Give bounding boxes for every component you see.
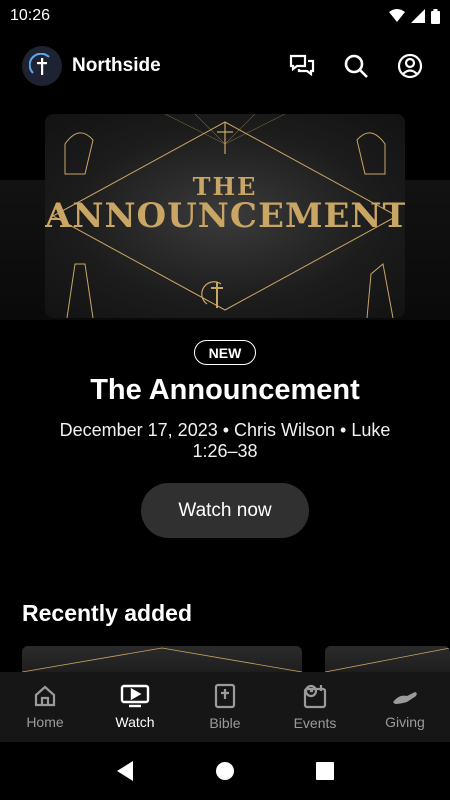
search-button[interactable] xyxy=(338,48,374,84)
nav-label-watch: Watch xyxy=(115,714,155,730)
nav-label-bible: Bible xyxy=(209,715,241,731)
battery-icon xyxy=(431,8,440,24)
messages-button[interactable] xyxy=(284,48,320,84)
recent-thumbnail[interactable] xyxy=(22,646,302,672)
header-actions xyxy=(284,48,428,84)
tv-icon xyxy=(120,684,150,708)
search-icon xyxy=(344,54,368,78)
home-circle-icon[interactable] xyxy=(215,761,235,781)
church-logo-icon xyxy=(22,46,62,86)
system-nav xyxy=(0,742,450,800)
giving-icon xyxy=(393,692,417,704)
brand[interactable]: Northside xyxy=(22,46,161,86)
church-name: Northside xyxy=(72,55,161,76)
recents-icon[interactable] xyxy=(315,761,335,781)
profile-button[interactable] xyxy=(392,48,428,84)
thumbnail-art-icon xyxy=(325,647,450,672)
nav-label-home: Home xyxy=(26,714,64,730)
nav-item-watch[interactable]: Watch xyxy=(90,672,180,742)
recent-thumbnail[interactable] xyxy=(325,646,450,672)
signal-icon xyxy=(411,9,425,23)
bible-icon xyxy=(214,683,236,709)
watch-now-button[interactable]: Watch now xyxy=(141,483,309,538)
bottom-nav: Home Watch Bible Events Giving xyxy=(0,672,450,742)
sermon-artwork[interactable]: THE ANNOUNCEMENT xyxy=(45,114,405,318)
app-header: Northside xyxy=(0,40,450,92)
artwork-title-line2: ANNOUNCEMENT xyxy=(45,196,405,236)
status-bar: 10:26 xyxy=(0,0,450,32)
nav-item-bible[interactable]: Bible xyxy=(180,672,270,742)
status-time: 10:26 xyxy=(10,7,51,24)
nav-label-events: Events xyxy=(293,715,337,731)
calendar-icon xyxy=(303,684,327,709)
recently-added-heading: Recently added xyxy=(22,600,192,626)
nav-item-giving[interactable]: Giving xyxy=(360,672,450,742)
status-icons xyxy=(389,8,440,24)
back-icon[interactable] xyxy=(115,760,135,782)
thumbnail-art-icon xyxy=(22,647,302,672)
nav-item-events[interactable]: Events xyxy=(270,672,360,742)
chat-icon xyxy=(289,54,315,77)
wifi-icon xyxy=(389,9,405,22)
nav-label-giving: Giving xyxy=(385,714,425,730)
account-icon xyxy=(397,53,423,79)
home-icon xyxy=(34,685,56,707)
sermon-title[interactable]: The Announcement xyxy=(0,374,450,407)
nav-item-home[interactable]: Home xyxy=(0,672,90,742)
sermon-meta: December 17, 2023 • Chris Wilson • Luke … xyxy=(59,420,391,461)
new-badge: NEW xyxy=(194,340,256,365)
